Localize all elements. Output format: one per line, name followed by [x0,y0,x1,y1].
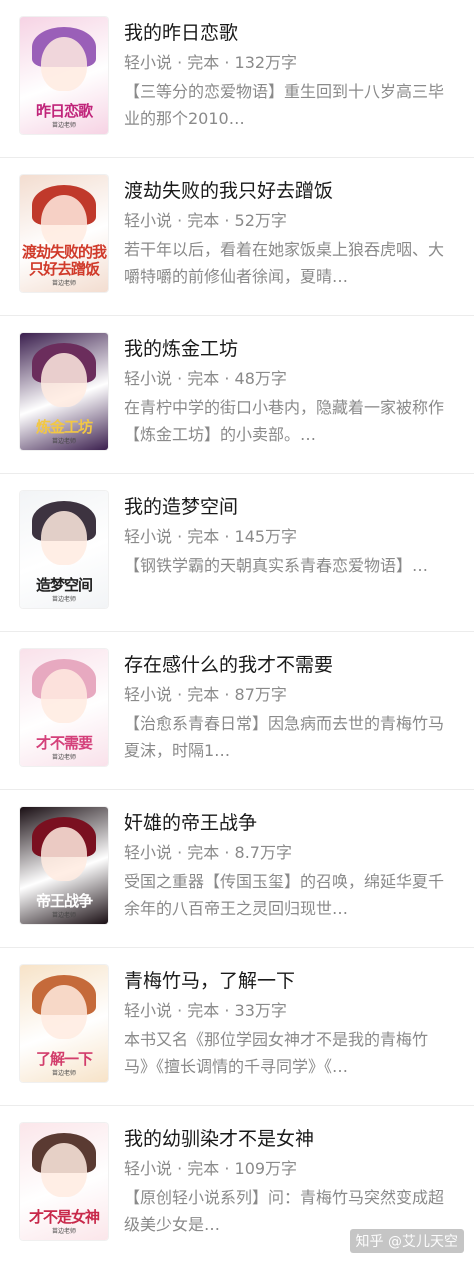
book-list-item[interactable]: 才不需要 苗边老师 存在感什么的我才不需要 轻小说 · 完本 · 87万字 【治愈系青春… [0,632,474,790]
book-description: 【治愈系青春日常】因急病而去世的青梅竹马夏沫，时隔1… [124,714,445,760]
book-cover[interactable]: 昨日恋歌 苗边老师 [20,17,108,134]
cover-character-face [41,669,87,723]
book-list: 昨日恋歌 苗边老师 我的昨日恋歌 轻小说 · 完本 · 132万字 【三等分的恋爱物语】… [0,0,474,1263]
book-info: 我的造梦空间轻小说 · 完本 · 145万字【钢铁学霸的天朝真实系青春恋爱物语】… [124,494,452,579]
cover-title: 渡劫失败的我只好去蹭饭 [22,243,107,278]
cover-character-face [41,353,87,407]
book-title[interactable]: 渡劫失败的我只好去蹭饭 [124,178,452,204]
cover-author: 苗边老师 [51,1070,76,1077]
cover-author: 苗边老师 [51,280,76,287]
cover-character-face [41,37,87,91]
book-cover[interactable]: 渡劫失败的我只好去蹭饭苗边老师 [20,175,108,292]
book-cover[interactable]: 才不需要 苗边老师 [20,649,108,766]
cover-author: 苗边老师 [51,912,76,919]
cover-character-face [41,1143,87,1197]
book-info: 我的幼驯染才不是女神 轻小说 · 完本 · 109万字 【原创轻小说系列】问：青梅竹… [124,1126,452,1238]
cover-title: 昨日恋歌 [35,102,93,120]
book-list-item[interactable]: 渡劫失败的我只好去蹭饭 苗边老师 渡劫失败的我只好去蹭饭 轻小说 · 完本 · 52万… [0,158,474,316]
cover-title: 炼金工坊 [35,418,93,436]
cover-character-face [41,195,87,249]
cover-author: 苗边老师 [51,1228,76,1235]
book-meta: 轻小说 · 完本 · 132万字 [124,53,298,72]
cover-title: 才不是女神 [28,1208,100,1226]
cover-author: 苗边老师 [51,754,76,761]
book-info: 渡劫失败的我只好去蹭饭轻小说 · 完本 · 52万字若干年以后，看着在她家饭桌上… [124,178,452,290]
book-list-item[interactable]: 昨日恋歌 苗边老师 我的昨日恋歌 轻小说 · 完本 · 132万字 【三等分的恋爱物语】… [0,0,474,158]
book-info: 我的昨日恋歌轻小说 · 完本 · 132万字【三等分的恋爱物语】重生回到十八岁高… [124,20,452,132]
book-meta: 轻小说 · 完本 · 48万字 [124,369,287,388]
book-description: 【钢铁学霸的天朝真实系青春恋爱物语】… [124,556,429,575]
book-description: 【三等分的恋爱物语】重生回到十八岁高三毕业的那个2010… [124,82,445,128]
book-list-item[interactable]: 了解一下 苗边老师 青梅竹马，了解一下 轻小说 · 完本 · 33万字 本书又名《那位学… [0,948,474,1106]
book-cover[interactable]: 了解一下 苗边老师 [20,965,108,1082]
cover-character-face [41,985,87,1039]
book-cover[interactable]: 造梦空间 苗边老师 [20,491,108,608]
book-info: 青梅竹马，了解一下轻小说 · 完本 · 33万字本书又名《那位学园女神才不是我的… [124,968,452,1080]
book-cover[interactable]: 帝王战争 苗边老师 [20,807,108,924]
book-info: 存在感什么的我才不需要轻小说 · 完本 · 87万字【治愈系青春日常】因急病而去… [124,652,452,764]
cover-title: 帝王战争 [35,892,93,910]
book-meta: 轻小说 · 完本 · 145万字 [124,527,298,546]
cover-author: 苗边老师 [51,438,76,445]
cover-character-face [41,827,87,881]
book-description: 本书又名《那位学园女神才不是我的青梅竹马》《擅长调情的千寻同学》《… [124,1030,429,1076]
book-description: 在青柠中学的街口小巷内，隐藏着一家被称作【炼金工坊】的小卖部。… [124,398,445,444]
book-info: 我的炼金工坊轻小说 · 完本 · 48万字在青柠中学的街口小巷内，隐藏着一家被称… [124,336,452,448]
cover-title: 了解一下 [35,1050,93,1068]
book-meta: 轻小说 · 完本 · 52万字 [124,211,287,230]
cover-title: 才不需要 [35,734,93,752]
book-list-item[interactable]: 帝王战争 苗边老师 奸雄的帝王战争 轻小说 · 完本 · 8.7万字 受国之重器【传国玉… [0,790,474,948]
book-meta: 轻小说 · 完本 · 87万字 [124,685,287,704]
book-cover[interactable]: 才不是女神 苗边老师 [20,1123,108,1240]
book-list-item[interactable]: 造梦空间 苗边老师 我的造梦空间 轻小说 · 完本 · 145万字 【钢铁学霸的天朝真实… [0,474,474,632]
book-cover[interactable]: 炼金工坊 苗边老师 [20,333,108,450]
book-list-item[interactable]: 炼金工坊 苗边老师 我的炼金工坊 轻小说 · 完本 · 48万字 在青柠中学的街口小巷内… [0,316,474,474]
book-meta: 轻小说 · 完本 · 8.7万字 [124,843,292,862]
book-title[interactable]: 存在感什么的我才不需要 [124,652,452,678]
book-title[interactable]: 青梅竹马，了解一下 [124,968,452,994]
book-title[interactable]: 我的炼金工坊 [124,336,452,362]
book-info: 奸雄的帝王战争轻小说 · 完本 · 8.7万字受国之重器【传国玉玺】的召唤，绵延… [124,810,452,922]
book-description: 受国之重器【传国玉玺】的召唤，绵延华夏千余年的八百帝王之灵回归现世… [124,872,445,918]
cover-author: 苗边老师 [51,122,76,129]
book-title[interactable]: 我的幼驯染才不是女神 [124,1126,452,1152]
cover-author: 苗边老师 [51,596,76,603]
book-title[interactable]: 我的昨日恋歌 [124,20,452,46]
book-title[interactable]: 我的造梦空间 [124,494,452,520]
book-meta: 轻小说 · 完本 · 33万字 [124,1001,287,1020]
book-title[interactable]: 奸雄的帝王战争 [124,810,452,836]
book-description: 若干年以后，看着在她家饭桌上狼吞虎咽、大嚼特嚼的前修仙者徐闻，夏晴… [124,240,445,286]
cover-character-face [41,511,87,565]
watermark: 知乎 @艾儿天空 [349,1229,464,1253]
cover-title: 造梦空间 [35,576,93,594]
book-meta: 轻小说 · 完本 · 109万字 [124,1159,298,1178]
